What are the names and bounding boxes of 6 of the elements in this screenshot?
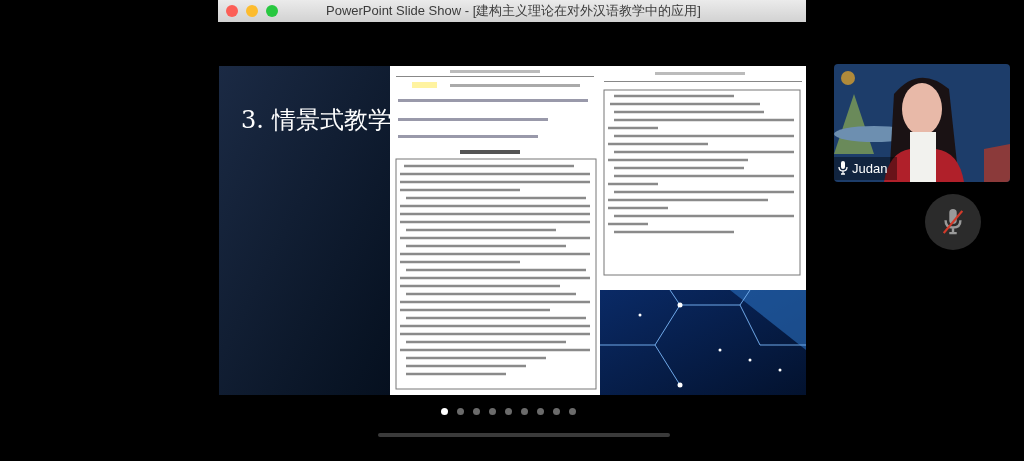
close-button[interactable] xyxy=(226,5,238,17)
slide-heading: 3. 情景式教学 xyxy=(241,105,392,136)
muted-microphone-icon xyxy=(943,209,963,235)
participant-name: Judan xyxy=(852,159,888,178)
window-title: PowerPoint Slide Show - [建构主义理论在对外汉语教学中的应用] xyxy=(326,2,701,21)
mute-button[interactable] xyxy=(925,194,981,250)
